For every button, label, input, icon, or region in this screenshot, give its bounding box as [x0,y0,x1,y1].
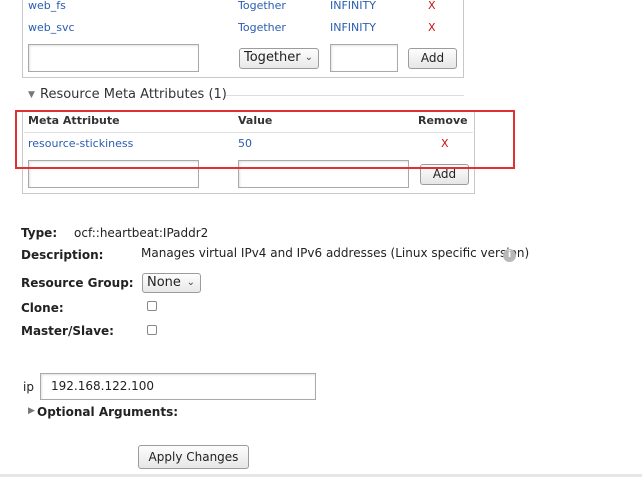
chevron-down-icon: ⌄ [186,277,195,288]
master-slave-checkbox[interactable] [147,325,157,335]
colocation-mode-select[interactable]: Together ⌄ [239,48,319,69]
clone-checkbox[interactable] [147,301,157,311]
description-label: Description: [21,248,104,262]
info-icon[interactable]: i [503,249,516,262]
highlight-box [15,110,515,169]
colocation-row-resource[interactable]: web_fs [28,0,66,12]
colocation-add-button[interactable]: Add [408,48,457,69]
ip-label: ip [23,380,34,394]
colocation-row-score[interactable]: INFINITY [330,0,376,12]
type-label: Type: [21,226,58,240]
collapse-triangle-icon[interactable]: ▼ [28,90,35,100]
resource-group-label: Resource Group: [21,276,134,290]
expand-triangle-icon[interactable]: ▶ [28,406,35,416]
colocation-remove-button[interactable]: X [428,21,436,34]
colocation-new-resource-input[interactable] [28,44,199,72]
colocation-row-resource[interactable]: web_svc [28,21,75,34]
colocation-mode-select-value: Together [244,50,301,65]
colocation-row-mode[interactable]: Together [238,21,286,34]
optional-arguments-toggle[interactable]: Optional Arguments: [37,405,178,419]
resource-group-select-value: None [147,275,181,290]
meta-section-title[interactable]: Resource Meta Attributes (1) [40,87,227,102]
ip-input[interactable]: 192.168.122.100 [40,373,316,400]
master-slave-label: Master/Slave: [21,324,114,338]
meta-section-divider [226,95,464,96]
resource-group-select[interactable]: None ⌄ [142,273,201,293]
description-value: Manages virtual IPv4 and IPv6 addresses … [141,246,530,260]
type-value: ocf::heartbeat:IPaddr2 [74,226,209,240]
chevron-down-icon: ⌄ [304,52,313,63]
apply-changes-button[interactable]: Apply Changes [138,445,249,469]
colocation-remove-button[interactable]: X [428,0,436,12]
clone-label: Clone: [21,301,64,315]
colocation-row-mode[interactable]: Together [238,0,286,12]
colocation-row-score[interactable]: INFINITY [330,21,376,34]
colocation-new-score-input[interactable] [330,44,398,72]
